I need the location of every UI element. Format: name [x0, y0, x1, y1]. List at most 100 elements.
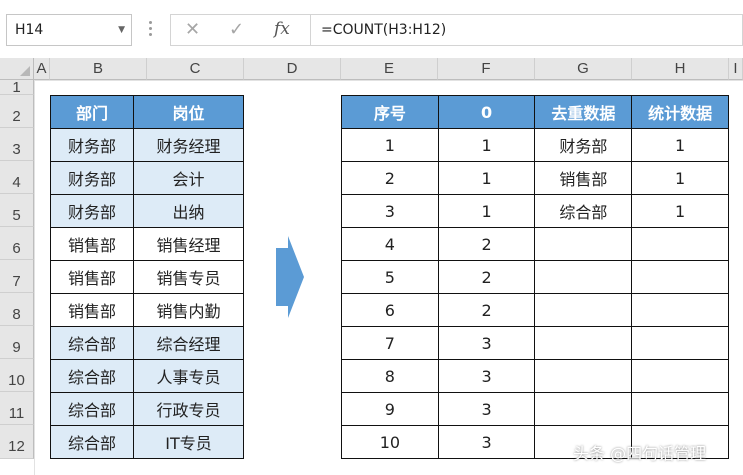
cell-seq[interactable]: 10: [341, 425, 439, 459]
table-row: 综合部 综合经理: [50, 326, 245, 360]
cell-seq[interactable]: 1: [341, 128, 439, 162]
column-header-c[interactable]: C: [147, 58, 244, 80]
cell-seq[interactable]: 6: [341, 293, 439, 327]
cell-stats[interactable]: 1: [631, 128, 729, 162]
cell-group[interactable]: 3: [437, 425, 536, 459]
row-header-10[interactable]: 10: [0, 359, 34, 392]
cell-seq[interactable]: 3: [341, 194, 439, 228]
header-position[interactable]: 岗位: [132, 95, 245, 129]
row-header-3[interactable]: 3: [0, 128, 34, 161]
header-dedup[interactable]: 去重数据: [534, 95, 633, 129]
cell-seq[interactable]: 9: [341, 392, 439, 426]
cell-stats[interactable]: 1: [631, 194, 729, 228]
cell-group[interactable]: 1: [437, 194, 536, 228]
row-header-5[interactable]: 5: [0, 194, 34, 227]
header-department[interactable]: 部门: [50, 95, 134, 129]
cell-group[interactable]: 1: [437, 161, 536, 195]
row-header-9[interactable]: 9: [0, 326, 34, 359]
cell-department[interactable]: 综合部: [50, 392, 134, 426]
cell-position[interactable]: 财务经理: [132, 128, 245, 162]
cell-group[interactable]: 2: [437, 227, 536, 261]
cell-dedup[interactable]: [534, 293, 633, 327]
cell-group[interactable]: 2: [437, 293, 536, 327]
cell-group[interactable]: 2: [437, 260, 536, 294]
formula-input[interactable]: =COUNT(H3:H12): [310, 14, 743, 46]
table-row: 财务部 会计: [50, 161, 245, 195]
row-header-1[interactable]: 1: [0, 80, 34, 95]
enter-icon[interactable]: ✓: [229, 19, 244, 40]
cell-dedup[interactable]: [534, 392, 633, 426]
column-header-b[interactable]: B: [50, 58, 147, 80]
cell-position[interactable]: 出纳: [132, 194, 245, 228]
insert-function-icon[interactable]: fx: [274, 19, 290, 39]
cell-seq[interactable]: 7: [341, 326, 439, 360]
cell-department[interactable]: 销售部: [50, 293, 134, 327]
column-header-a[interactable]: A: [34, 58, 50, 80]
dedup-count-table: 序号 0 去重数据 统计数据 1 1 财务部 1 2 1 销售部 1 3 1 综合部 1 42 5…: [341, 95, 729, 459]
column-header-i[interactable]: I: [729, 58, 743, 80]
cell-stats[interactable]: [631, 359, 729, 393]
cell-group[interactable]: 1: [437, 128, 536, 162]
cell-dedup[interactable]: [534, 359, 633, 393]
cancel-icon[interactable]: ✕: [185, 19, 200, 40]
cell-department[interactable]: 财务部: [50, 128, 134, 162]
select-all-corner[interactable]: [0, 58, 34, 80]
cell-dedup[interactable]: 销售部: [534, 161, 633, 195]
cell-department[interactable]: 综合部: [50, 359, 134, 393]
formula-bar: H14 ▼ ✕ ✓ fx =COUNT(H3:H12): [0, 0, 743, 58]
cell-department[interactable]: 销售部: [50, 227, 134, 261]
row-header-2[interactable]: 2: [0, 95, 34, 128]
cell-stats[interactable]: [631, 293, 729, 327]
cell-seq[interactable]: 8: [341, 359, 439, 393]
row-header-6[interactable]: 6: [0, 227, 34, 260]
cell-group[interactable]: 3: [437, 359, 536, 393]
cell-department[interactable]: 销售部: [50, 260, 134, 294]
cell-stats[interactable]: [631, 227, 729, 261]
column-header-d[interactable]: D: [244, 58, 341, 80]
cell-department[interactable]: 综合部: [50, 425, 134, 459]
table-row: 财务部 出纳: [50, 194, 245, 228]
cell-position[interactable]: 行政专员: [132, 392, 245, 426]
column-header-f[interactable]: F: [438, 58, 535, 80]
row-header-4[interactable]: 4: [0, 161, 34, 194]
cell-dedup[interactable]: 财务部: [534, 128, 633, 162]
header-zero[interactable]: 0: [437, 95, 536, 129]
cell-seq[interactable]: 4: [341, 227, 439, 261]
cell-dedup[interactable]: [534, 260, 633, 294]
cell-stats[interactable]: [631, 392, 729, 426]
cell-stats[interactable]: [631, 326, 729, 360]
cell-group[interactable]: 3: [437, 392, 536, 426]
header-seq[interactable]: 序号: [341, 95, 439, 129]
cell-position[interactable]: 会计: [132, 161, 245, 195]
cell-dedup[interactable]: [534, 227, 633, 261]
cell-department[interactable]: 财务部: [50, 194, 134, 228]
column-header-h[interactable]: H: [632, 58, 729, 80]
cell-seq[interactable]: 5: [341, 260, 439, 294]
table-row: 销售部 销售内勤: [50, 293, 245, 327]
name-box[interactable]: H14 ▼: [6, 14, 132, 46]
cell-department[interactable]: 财务部: [50, 161, 134, 195]
row-header-12[interactable]: 12: [0, 425, 34, 459]
chevron-down-icon[interactable]: ▼: [118, 15, 125, 45]
cell-seq[interactable]: 2: [341, 161, 439, 195]
row-header-11[interactable]: 11: [0, 392, 34, 425]
table-row: 73: [341, 326, 729, 360]
cell-stats[interactable]: 1: [631, 161, 729, 195]
cell-position[interactable]: IT专员: [132, 425, 245, 459]
cell-position[interactable]: 销售经理: [132, 227, 245, 261]
cell-dedup[interactable]: 综合部: [534, 194, 633, 228]
header-stats[interactable]: 统计数据: [631, 95, 729, 129]
cell-position[interactable]: 销售专员: [132, 260, 245, 294]
row-header-7[interactable]: 7: [0, 260, 34, 293]
cell-dedup[interactable]: [534, 326, 633, 360]
cell-stats[interactable]: [631, 260, 729, 294]
cell-department[interactable]: 综合部: [50, 326, 134, 360]
cell-position[interactable]: 销售内勤: [132, 293, 245, 327]
drag-handle-icon[interactable]: [147, 18, 153, 42]
cell-position[interactable]: 综合经理: [132, 326, 245, 360]
row-header-8[interactable]: 8: [0, 293, 34, 326]
cell-group[interactable]: 3: [437, 326, 536, 360]
column-header-e[interactable]: E: [341, 58, 438, 80]
column-header-g[interactable]: G: [535, 58, 632, 80]
cell-position[interactable]: 人事专员: [132, 359, 245, 393]
